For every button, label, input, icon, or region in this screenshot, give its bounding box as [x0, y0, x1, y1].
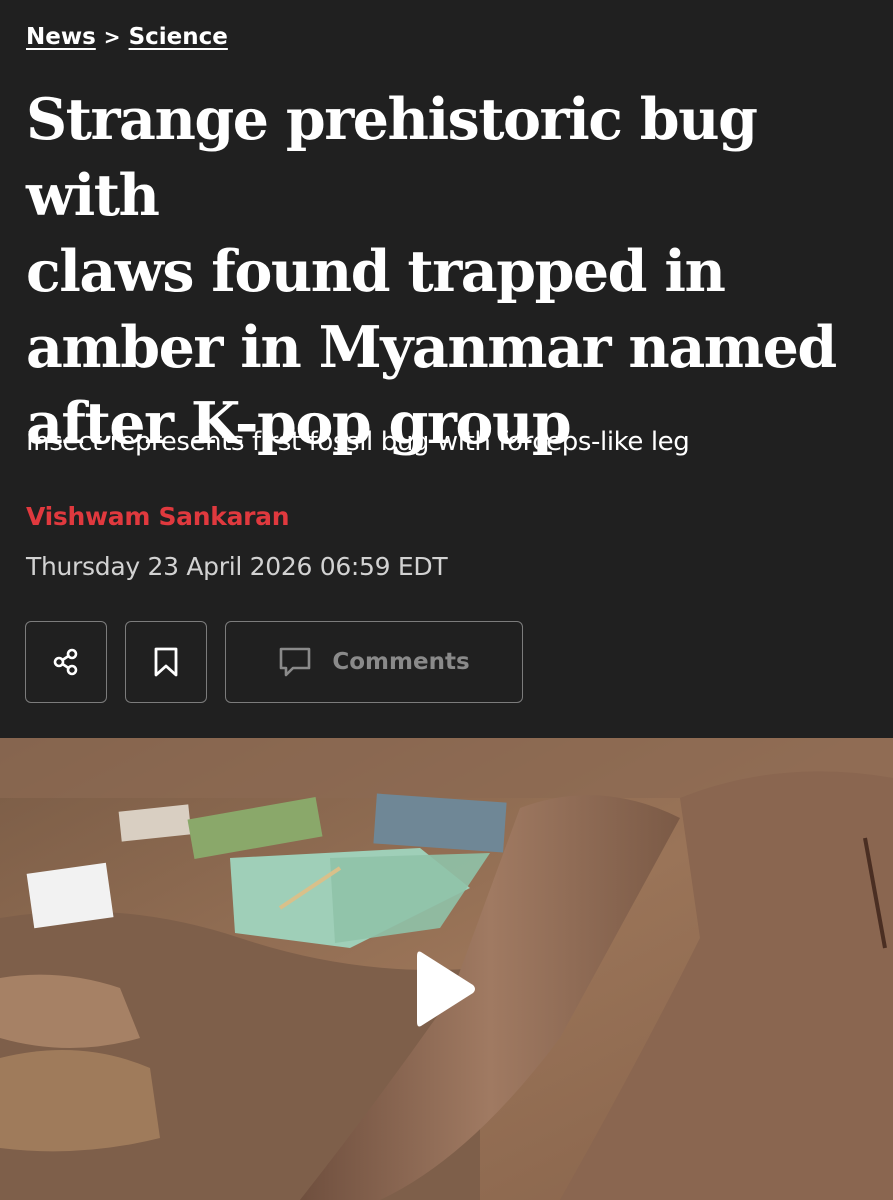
comments-label: Comments: [332, 649, 470, 675]
author-link[interactable]: Vishwam Sankaran: [26, 502, 290, 531]
breadcrumb-separator: >: [103, 25, 121, 49]
breadcrumb-science-link[interactable]: Science: [129, 24, 228, 50]
publish-date: Thursday 23 April 2026 06:59 EDT: [26, 552, 448, 581]
article-actions: Comments: [25, 621, 523, 703]
share-icon: [53, 648, 78, 676]
comment-icon: [280, 647, 311, 677]
play-icon[interactable]: [413, 946, 479, 1032]
comments-button[interactable]: Comments: [225, 621, 523, 703]
headline-line: claws found trapped in: [26, 238, 726, 305]
article-standfirst: Insect represents first fossil bug with …: [26, 427, 690, 457]
share-button[interactable]: [25, 621, 107, 703]
bookmark-button[interactable]: [125, 621, 207, 703]
headline-line: amber in Myanmar named: [26, 314, 837, 381]
headline-line: Strange prehistoric bug with: [26, 86, 758, 229]
bookmark-icon: [154, 647, 178, 677]
breadcrumb: News > Science: [26, 24, 228, 50]
breadcrumb-news-link[interactable]: News: [26, 24, 96, 50]
article-page: News > Science Strange prehistoric bug w…: [0, 0, 893, 1200]
article-headline: Strange prehistoric bug with claws found…: [26, 82, 876, 462]
